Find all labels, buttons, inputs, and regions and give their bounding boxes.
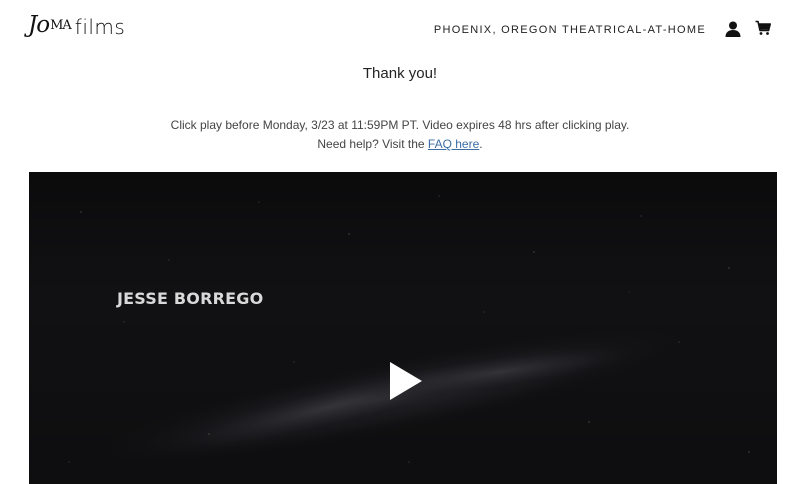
help-suffix: . [479,137,483,151]
site-logo[interactable]: JoMA films [28,12,126,39]
account-icon[interactable] [724,20,742,38]
logo-films: films [74,15,126,39]
site-header: JoMA films PHOENIX, OREGON THEATRICAL-AT… [0,0,800,60]
logo-script: JoMA [28,12,72,38]
expiry-notice: Click play before Monday, 3/23 at 11:59P… [170,118,630,132]
video-credit-text: JESSE BORREGO [117,289,264,308]
night-sky-background [29,172,777,484]
thank-you-heading: Thank you! [362,65,438,82]
page: JoMA films PHOENIX, OREGON THEATRICAL-AT… [0,0,800,484]
cart-icon[interactable] [755,20,771,36]
video-info: Click play before Monday, 3/23 at 11:59P… [0,116,800,154]
faq-link[interactable]: FAQ here [428,137,479,151]
play-icon[interactable] [388,360,424,402]
video-player[interactable]: JESSE BORREGO [29,172,777,484]
nav-link-phoenix-oregon[interactable]: PHOENIX, OREGON THEATRICAL-AT-HOME [434,24,706,36]
help-line: Need help? Visit the FAQ here. [0,135,800,154]
help-prefix: Need help? Visit the [317,137,428,151]
